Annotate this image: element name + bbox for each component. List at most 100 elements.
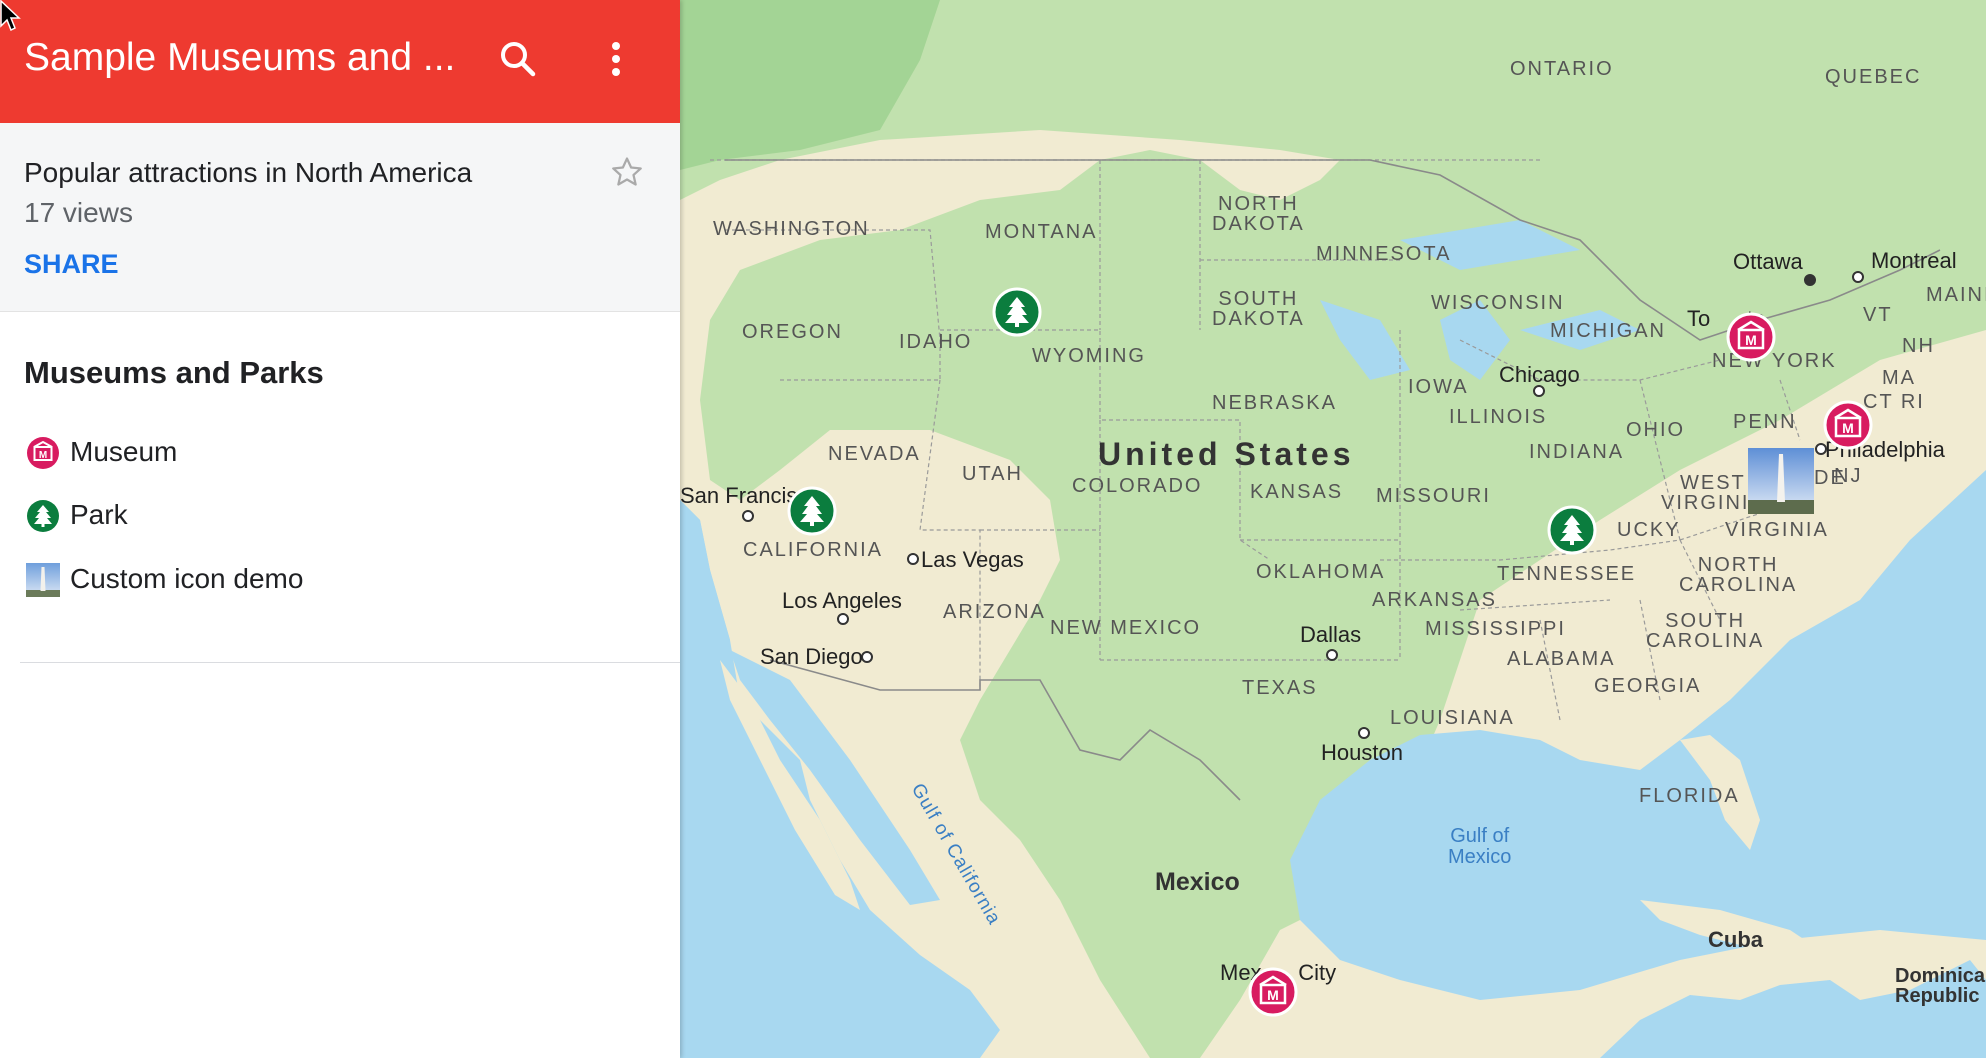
region-label-florida: FLORIDA xyxy=(1639,785,1740,807)
museum-marker-new-york[interactable]: M xyxy=(1823,400,1873,450)
city-label-los-angeles: Los Angeles xyxy=(782,588,902,613)
city-label-ottawa: Ottawa xyxy=(1733,249,1803,274)
city-label-montreal: Montreal xyxy=(1871,248,1957,273)
svg-text:M: M xyxy=(1842,420,1854,436)
city-label-houston: Houston xyxy=(1321,740,1403,765)
region-label-mississippi: MISSISSIPPI xyxy=(1425,618,1566,640)
park-marker-kentucky[interactable] xyxy=(1547,505,1597,555)
city-dot-ottawa xyxy=(1804,274,1816,286)
map-title: Sample Museums and ... xyxy=(24,36,456,79)
region-label-south-dakota: SOUTH DAKOTA xyxy=(1212,288,1305,330)
map-info-panel: Popular attractions in North America 17 … xyxy=(0,123,680,312)
divider xyxy=(20,662,680,663)
city-label-chicago: Chicago xyxy=(1499,362,1580,387)
region-label-oregon: OREGON xyxy=(742,321,843,343)
region-label-new-mexico: NEW MEXICO xyxy=(1050,617,1202,639)
city-dot-san-francisco xyxy=(742,510,754,522)
region-label-kansas: KANSAS xyxy=(1250,481,1344,503)
region-label-wyoming: WYOMING xyxy=(1032,345,1146,367)
search-icon[interactable] xyxy=(498,38,538,82)
region-label-tennessee: TENNESSEE xyxy=(1497,563,1637,585)
map-canvas[interactable]: ONTARIO QUEBEC WASHINGTON MONTANA NORTH … xyxy=(680,0,1986,1058)
monument-photo-icon xyxy=(26,563,60,597)
region-label-north-dakota: NORTH DAKOTA xyxy=(1212,193,1305,235)
region-label-alabama: ALABAMA xyxy=(1507,648,1616,670)
region-label-ohio: OHIO xyxy=(1626,419,1686,441)
museum-icon: M xyxy=(27,437,59,469)
city-label-san-diego: San Diego xyxy=(760,644,863,669)
region-label-california: CALIFORNIA xyxy=(743,539,884,561)
city-dot-san-diego xyxy=(861,651,873,663)
legend-item-park[interactable]: Park xyxy=(24,495,644,539)
svg-text:M: M xyxy=(39,450,47,461)
region-label-nh: NH xyxy=(1902,335,1935,357)
region-label-idaho: IDAHO xyxy=(899,331,973,353)
region-label-minnesota: MINNESOTA xyxy=(1316,243,1452,265)
legend-item-custom-icon[interactable]: Custom icon demo xyxy=(24,559,644,603)
region-label-louisiana: LOUISIANA xyxy=(1390,707,1515,729)
water-label-gulf-mexico: Gulf of Mexico xyxy=(1448,825,1512,868)
country-label-mexico: Mexico xyxy=(1155,868,1240,896)
legend-label-museum: Museum xyxy=(70,436,178,467)
region-label-georgia: GEORGIA xyxy=(1594,675,1702,697)
layer-title: Museums and Parks xyxy=(24,355,324,390)
park-marker-california[interactable] xyxy=(787,486,837,536)
region-label-north-carolina: NORTH CAROLINA xyxy=(1679,554,1798,596)
region-label-illinois: ILLINOIS xyxy=(1449,406,1548,428)
city-dot-montreal xyxy=(1852,271,1864,283)
city-label-dallas: Dallas xyxy=(1300,622,1362,647)
region-label-texas: TEXAS xyxy=(1242,677,1318,699)
more-options-icon[interactable] xyxy=(596,38,636,82)
city-label-las-vegas: Las Vegas xyxy=(921,547,1024,572)
monument-photo-marker[interactable] xyxy=(1748,448,1814,514)
region-label-arizona: ARIZONA xyxy=(943,601,1046,623)
region-label-south-carolina: SOUTH CAROLINA xyxy=(1646,610,1765,652)
svg-text:M: M xyxy=(1745,332,1757,348)
legend-item-museum[interactable]: M Museum xyxy=(24,432,644,476)
region-label-indiana: INDIANA xyxy=(1529,441,1625,463)
museum-marker-mexico-city[interactable]: M xyxy=(1248,967,1298,1017)
region-label-nevada: NEVADA xyxy=(828,443,921,465)
region-label-washington: WASHINGTON xyxy=(713,218,870,240)
header-bar: Sample Museums and ... xyxy=(0,0,680,123)
legend-label-custom: Custom icon demo xyxy=(70,563,304,594)
city-dot-dallas xyxy=(1326,649,1338,661)
city-label-san-francisco: San Francis xyxy=(680,483,798,508)
svg-text:M: M xyxy=(1267,987,1279,1003)
region-label-ontario: ONTARIO xyxy=(1510,58,1614,80)
region-label-missouri: MISSOURI xyxy=(1376,485,1491,507)
city-dot-las-vegas xyxy=(907,553,919,565)
region-label-michigan: MICHIGAN xyxy=(1550,320,1666,342)
region-label-de: DE xyxy=(1814,467,1846,489)
region-label-iowa: IOWA xyxy=(1408,376,1469,398)
country-label-us: United States xyxy=(1098,436,1355,472)
region-label-montana: MONTANA xyxy=(985,221,1098,243)
museum-marker-toronto[interactable]: M xyxy=(1726,312,1776,362)
country-label-dominican: Dominica Republic xyxy=(1895,965,1986,1007)
view-count: 17 views xyxy=(24,197,133,228)
region-label-kentucky: UCKY xyxy=(1617,519,1681,541)
star-icon[interactable] xyxy=(610,155,644,189)
legend-label-park: Park xyxy=(70,499,128,530)
region-label-arkansas: ARKANSAS xyxy=(1372,589,1497,611)
park-marker-wyoming[interactable] xyxy=(992,287,1042,337)
share-button[interactable]: SHARE xyxy=(24,249,119,280)
country-label-cuba: Cuba xyxy=(1708,927,1763,952)
region-label-wisconsin: WISCONSIN xyxy=(1431,292,1565,314)
region-label-oklahoma: OKLAHOMA xyxy=(1256,561,1386,583)
tree-icon xyxy=(27,500,59,532)
map-sidebar: Sample Museums and ... Popular attractio… xyxy=(0,0,680,1058)
map-description: Popular attractions in North America xyxy=(24,157,473,188)
region-label-quebec: QUEBEC xyxy=(1825,66,1922,88)
city-dot-houston xyxy=(1358,727,1370,739)
city-dot-los-angeles xyxy=(837,613,849,625)
region-label-penn: PENN xyxy=(1733,411,1797,433)
region-label-utah: UTAH xyxy=(962,463,1023,485)
cursor-icon xyxy=(0,0,21,32)
region-label-maine: MAINI xyxy=(1926,284,1986,306)
region-label-nebraska: NEBRASKA xyxy=(1212,392,1337,414)
region-label-ma: MA xyxy=(1882,367,1916,389)
region-label-colorado: COLORADO xyxy=(1072,475,1203,497)
region-label-vt: VT xyxy=(1863,304,1893,326)
region-label-virginia: VIRGINIA xyxy=(1725,519,1829,541)
